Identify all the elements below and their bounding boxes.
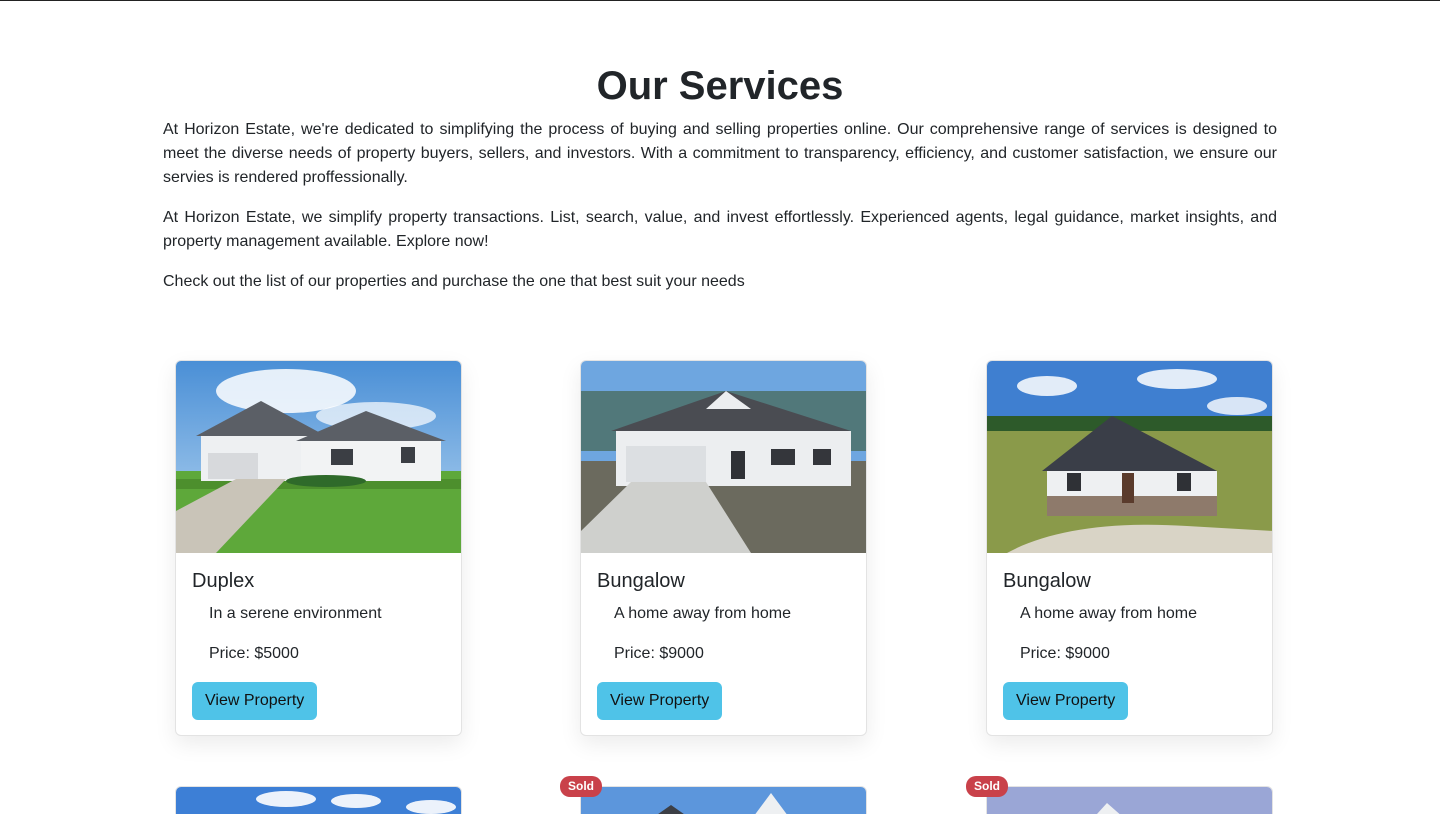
property-image — [176, 787, 461, 814]
cta-paragraph: Check out the list of our properties and… — [163, 273, 745, 290]
property-price: Price: $9000 — [1020, 645, 1110, 662]
property-card — [986, 786, 1273, 814]
property-image — [176, 361, 461, 553]
property-card: Bungalow A home away from home Price: $9… — [986, 360, 1273, 736]
property-image — [987, 787, 1272, 814]
property-card — [175, 786, 462, 814]
property-description: A home away from home — [1020, 605, 1197, 622]
property-title: Bungalow — [597, 570, 685, 592]
property-card: Duplex In a serene environment Price: $5… — [175, 360, 462, 736]
view-property-button[interactable]: View Property — [597, 682, 723, 720]
view-property-button[interactable]: View Property — [192, 682, 318, 720]
sold-badge: Sold — [560, 776, 602, 797]
intro-paragraph: At Horizon Estate, we're dedicated to si… — [163, 121, 1277, 186]
property-description: A home away from home — [614, 605, 791, 622]
view-property-button[interactable]: View Property — [1003, 682, 1129, 720]
services-paragraph: At Horizon Estate, we simplify property … — [163, 209, 1277, 250]
property-price: Price: $9000 — [614, 645, 704, 662]
top-border — [0, 0, 1440, 1]
property-card: Bungalow A home away from home Price: $9… — [580, 360, 867, 736]
property-title: Bungalow — [1003, 570, 1091, 592]
property-price: Price: $5000 — [209, 645, 299, 662]
property-image — [987, 361, 1272, 553]
page-title: Our Services — [596, 64, 844, 108]
property-description: In a serene environment — [209, 605, 382, 622]
property-image — [581, 787, 866, 814]
property-image — [581, 361, 866, 553]
sold-badge: Sold — [966, 776, 1008, 797]
property-title: Duplex — [192, 570, 255, 592]
property-card — [580, 786, 867, 814]
